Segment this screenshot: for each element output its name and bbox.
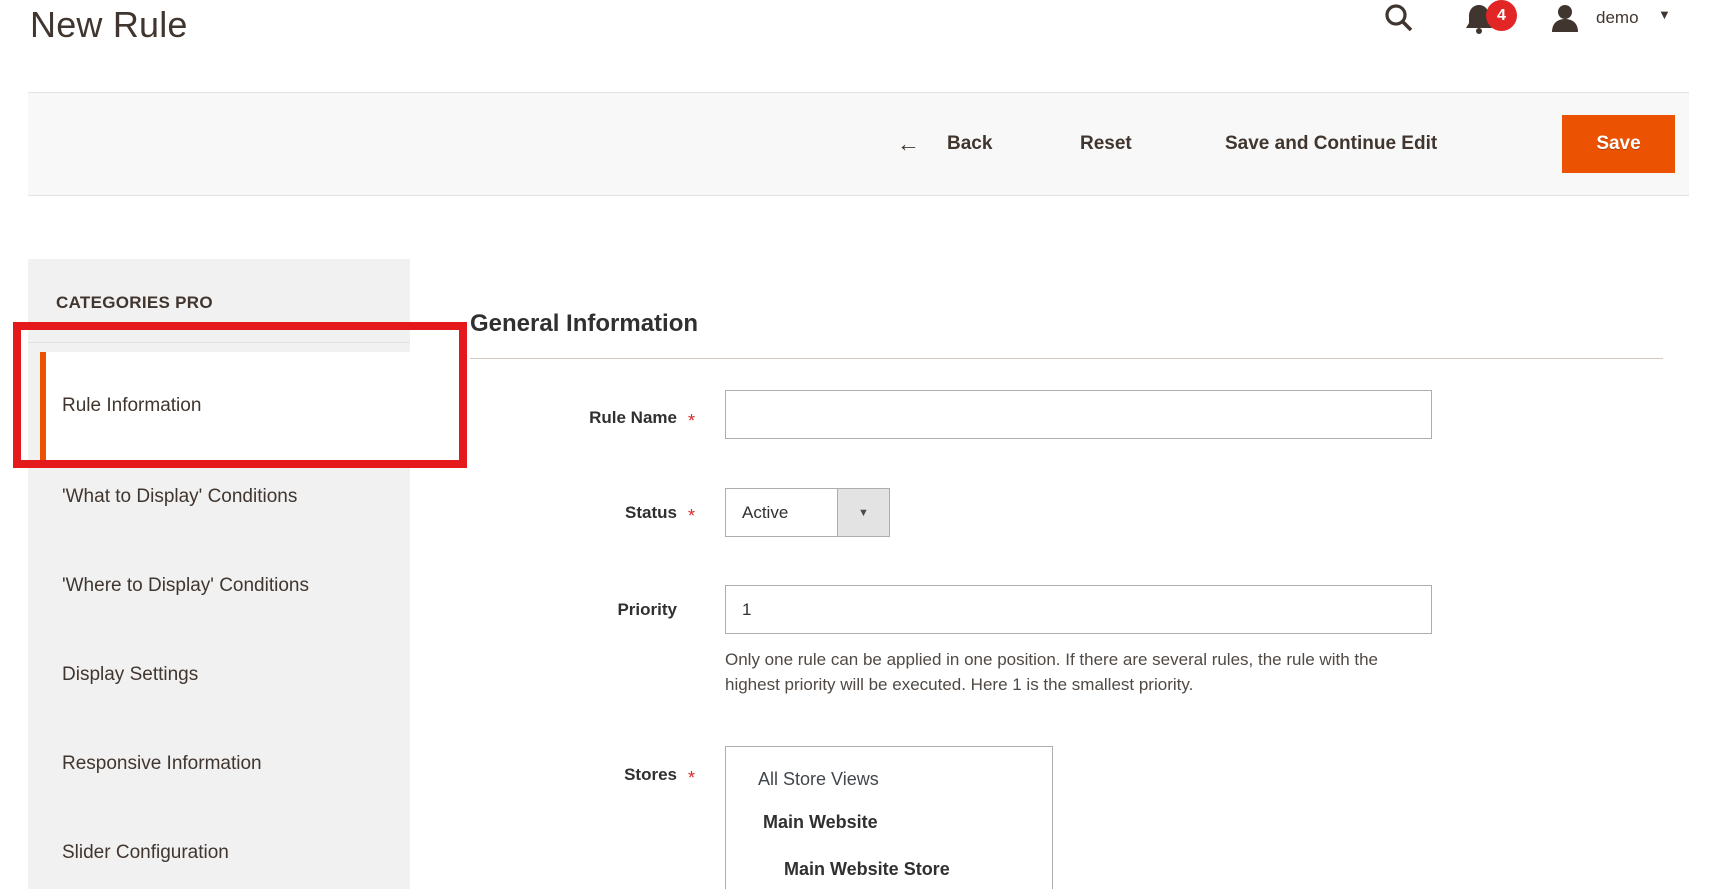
user-avatar-icon[interactable] (1550, 3, 1581, 34)
section-title: General Information (470, 310, 698, 338)
back-arrow-icon[interactable]: ← (897, 131, 920, 158)
back-button[interactable]: Back (947, 133, 992, 155)
stores-label: Stores (467, 765, 677, 785)
user-menu-caret-icon[interactable]: ▼ (1658, 7, 1671, 22)
chevron-down-icon: ▼ (858, 507, 869, 519)
sidebar-item-slider-configuration[interactable]: Slider Configuration (28, 808, 410, 889)
sidebar-item-display-settings[interactable]: Display Settings (28, 630, 410, 719)
stores-required-asterisk: * (688, 768, 708, 789)
admin-page: New Rule 4 demo ▼ ← Back Reset Save and … (0, 0, 1716, 889)
user-menu[interactable]: demo (1596, 8, 1639, 28)
status-required-asterisk: * (688, 506, 708, 527)
priority-help-text: Only one rule can be applied in one posi… (725, 647, 1425, 697)
sidebar-item-rule-information[interactable]: Rule Information (40, 352, 410, 460)
save-and-continue-button[interactable]: Save and Continue Edit (1225, 133, 1437, 155)
rule-name-required-asterisk: * (688, 411, 708, 432)
rule-name-label: Rule Name (467, 408, 677, 428)
status-select[interactable]: Active ▼ (725, 488, 890, 537)
sidebar-item-where-to-display-conditions[interactable]: 'Where to Display' Conditions (28, 541, 410, 630)
search-icon[interactable] (1383, 2, 1415, 34)
status-caret-button[interactable]: ▼ (837, 489, 889, 536)
reset-button[interactable]: Reset (1080, 133, 1132, 155)
rule-name-input[interactable] (725, 390, 1432, 439)
notification-count-badge[interactable]: 4 (1486, 0, 1517, 31)
stores-multiselect[interactable]: All Store Views Main Website Main Websit… (725, 746, 1053, 889)
section-divider (470, 358, 1663, 359)
save-button[interactable]: Save (1562, 115, 1675, 173)
page-actions-toolbar: ← Back Reset Save and Continue Edit Save (28, 92, 1689, 196)
sidebar-heading: CATEGORIES PRO (28, 259, 410, 343)
status-label: Status (467, 503, 677, 523)
stores-option-main-website-store[interactable]: Main Website Store (784, 859, 950, 880)
sidebar-item-what-to-display-conditions[interactable]: 'What to Display' Conditions (28, 452, 410, 541)
stores-option-all-store-views[interactable]: All Store Views (758, 769, 879, 790)
priority-label: Priority (467, 600, 677, 620)
page-title: New Rule (30, 4, 188, 46)
settings-sidebar: CATEGORIES PRO Rule Information 'What to… (28, 259, 410, 889)
sidebar-item-responsive-information[interactable]: Responsive Information (28, 719, 410, 808)
stores-option-main-website[interactable]: Main Website (763, 812, 878, 833)
status-selected-value: Active (742, 489, 788, 536)
priority-input[interactable] (725, 585, 1432, 634)
